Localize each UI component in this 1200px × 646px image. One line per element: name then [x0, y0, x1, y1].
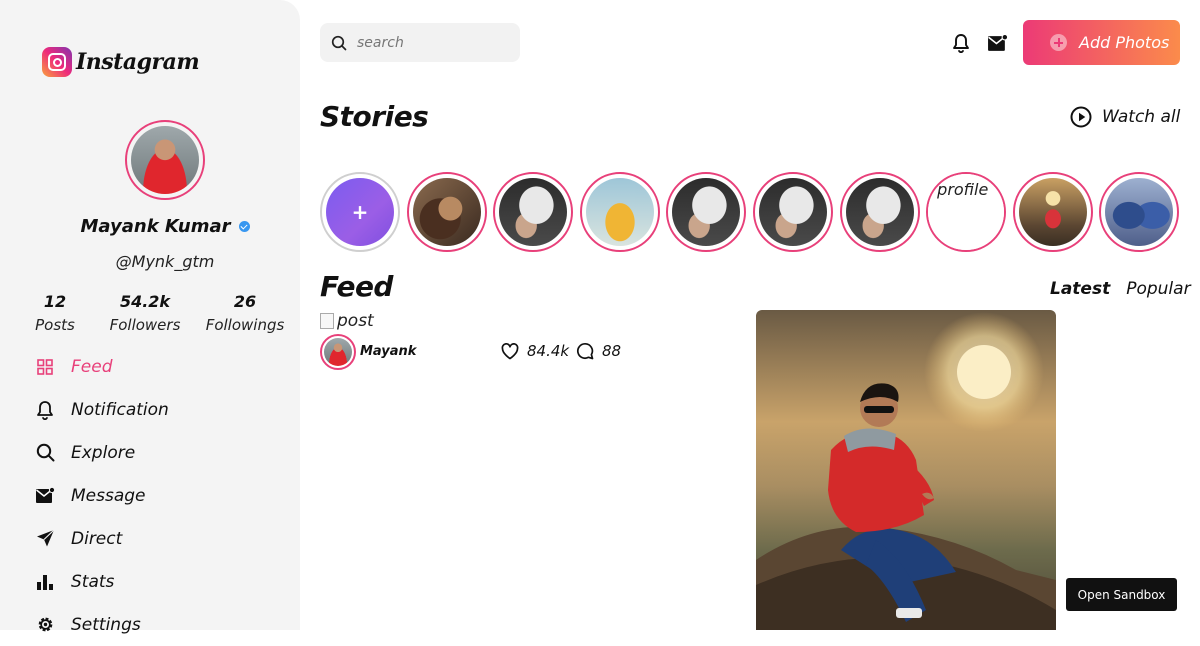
story-photo	[499, 178, 568, 246]
comments-count: 88	[602, 342, 622, 360]
stories-row: + profile	[320, 172, 1186, 252]
stat-label: Followings	[205, 316, 285, 334]
add-photos-button[interactable]: Add Photos	[1023, 20, 1180, 65]
story-avatar[interactable]	[752, 172, 833, 252]
messages-button[interactable]	[986, 32, 1008, 54]
add-story[interactable]: +	[320, 172, 400, 252]
story-photo	[672, 178, 741, 246]
story-photo	[1018, 178, 1087, 246]
nav-label: Stats	[71, 571, 115, 592]
nav-item-message[interactable]: Message	[35, 474, 169, 517]
nav-label: Settings	[71, 614, 141, 635]
stat-value: 26	[233, 292, 257, 311]
story-avatar[interactable]	[1099, 172, 1180, 252]
broken-image-icon	[320, 313, 334, 329]
notifications-button[interactable]	[950, 32, 972, 54]
story-photo	[758, 178, 827, 246]
nav-label: Explore	[71, 442, 136, 463]
profile-name: Mayank Kumar	[80, 216, 231, 237]
sidebar-nav: Feed Notification Explore Message Direct	[35, 345, 169, 646]
post-author-name[interactable]: Mayank	[360, 344, 416, 359]
stat-label: Followers	[109, 316, 181, 334]
comment-icon	[576, 342, 594, 360]
stories-heading: Stories	[320, 100, 429, 133]
broken-image-alt: profile	[937, 180, 989, 199]
instagram-logo-icon	[42, 47, 72, 77]
post-photo[interactable]	[756, 310, 1056, 630]
post-author-photo	[324, 338, 352, 366]
logo-text: Instagram	[76, 49, 200, 75]
add-story-thumbnail: +	[326, 178, 394, 246]
story-photo	[845, 178, 914, 246]
plus-circle-icon	[1050, 34, 1067, 51]
nav-item-stats[interactable]: Stats	[35, 560, 169, 603]
story-avatar[interactable]	[839, 172, 920, 252]
bell-icon	[953, 34, 969, 53]
verified-badge-icon	[238, 220, 250, 232]
stat-label: Posts	[35, 316, 75, 334]
broken-image-alt: post	[337, 311, 374, 331]
logo[interactable]: Instagram	[42, 47, 200, 77]
nav-item-explore[interactable]: Explore	[35, 431, 169, 474]
stat-followers[interactable]: 54.2k Followers	[90, 290, 200, 334]
likes-count: 84.4k	[527, 342, 570, 360]
story-photo	[1105, 178, 1174, 246]
stat-value: 12	[43, 292, 67, 311]
comment-button[interactable]: 88	[576, 342, 621, 360]
nav-label: Feed	[71, 356, 113, 377]
search-icon	[331, 35, 347, 50]
sidebar: Instagram Mayank Kumar @Mynk_gtm 12 Post…	[0, 0, 300, 635]
post-broken-image[interactable]: post	[320, 311, 374, 331]
story-avatar[interactable]	[493, 172, 574, 252]
watch-all-link[interactable]: Watch all	[1070, 106, 1180, 128]
watch-all-label: Watch all	[1102, 107, 1181, 127]
search-icon	[35, 443, 55, 463]
plus-icon: +	[351, 200, 369, 224]
bell-icon	[35, 400, 55, 420]
feed-heading: Feed	[320, 270, 393, 303]
post-meta: Mayank 84.4k 88	[320, 334, 621, 370]
grid-icon	[35, 357, 55, 377]
tab-popular[interactable]: Popular	[1126, 279, 1190, 299]
mail-icon	[35, 486, 55, 506]
profile-stats: 12 Posts 54.2k Followers 26 Followings	[20, 290, 300, 334]
nav-item-feed[interactable]: Feed	[35, 345, 169, 388]
add-photos-label: Add Photos	[1079, 33, 1170, 52]
like-button[interactable]: 84.4k	[501, 342, 569, 360]
story-avatar[interactable]	[666, 172, 747, 252]
story-avatar[interactable]	[1012, 172, 1093, 252]
search-input[interactable]	[355, 33, 519, 52]
nav-label: Message	[71, 485, 146, 506]
heart-icon	[501, 342, 519, 359]
nav-label: Notification	[71, 399, 169, 420]
mail-icon	[987, 34, 1008, 51]
bar-chart-icon	[35, 572, 55, 592]
play-circle-icon	[1070, 106, 1092, 128]
profile-handle: @Mynk_gtm	[115, 252, 215, 271]
story-photo	[585, 178, 654, 246]
nav-item-settings[interactable]: Settings	[35, 603, 169, 646]
story-broken-image: profile	[928, 174, 1005, 250]
gear-icon	[35, 615, 55, 635]
feed-tabs: Latest Popular	[1050, 279, 1200, 299]
nav-label: Direct	[71, 528, 123, 549]
story-avatar[interactable]: profile	[926, 172, 1007, 252]
nav-item-direct[interactable]: Direct	[35, 517, 169, 560]
profile-name-row: Mayank Kumar	[0, 216, 330, 237]
open-sandbox-button[interactable]: Open Sandbox	[1066, 578, 1177, 611]
post-author-avatar[interactable]	[320, 334, 356, 370]
stat-value: 54.2k	[119, 292, 171, 311]
story-avatar[interactable]	[406, 172, 487, 252]
search-bar[interactable]	[320, 23, 520, 62]
profile-photo	[131, 126, 199, 194]
send-icon	[35, 529, 55, 549]
tab-latest[interactable]: Latest	[1050, 279, 1110, 299]
stat-followings[interactable]: 26 Followings	[200, 290, 290, 334]
story-avatar[interactable]	[579, 172, 660, 252]
nav-item-notification[interactable]: Notification	[35, 388, 169, 431]
profile-avatar[interactable]	[125, 120, 205, 200]
stat-posts: 12 Posts	[20, 290, 90, 334]
story-photo	[412, 178, 481, 246]
post-photo-image	[756, 310, 1056, 630]
